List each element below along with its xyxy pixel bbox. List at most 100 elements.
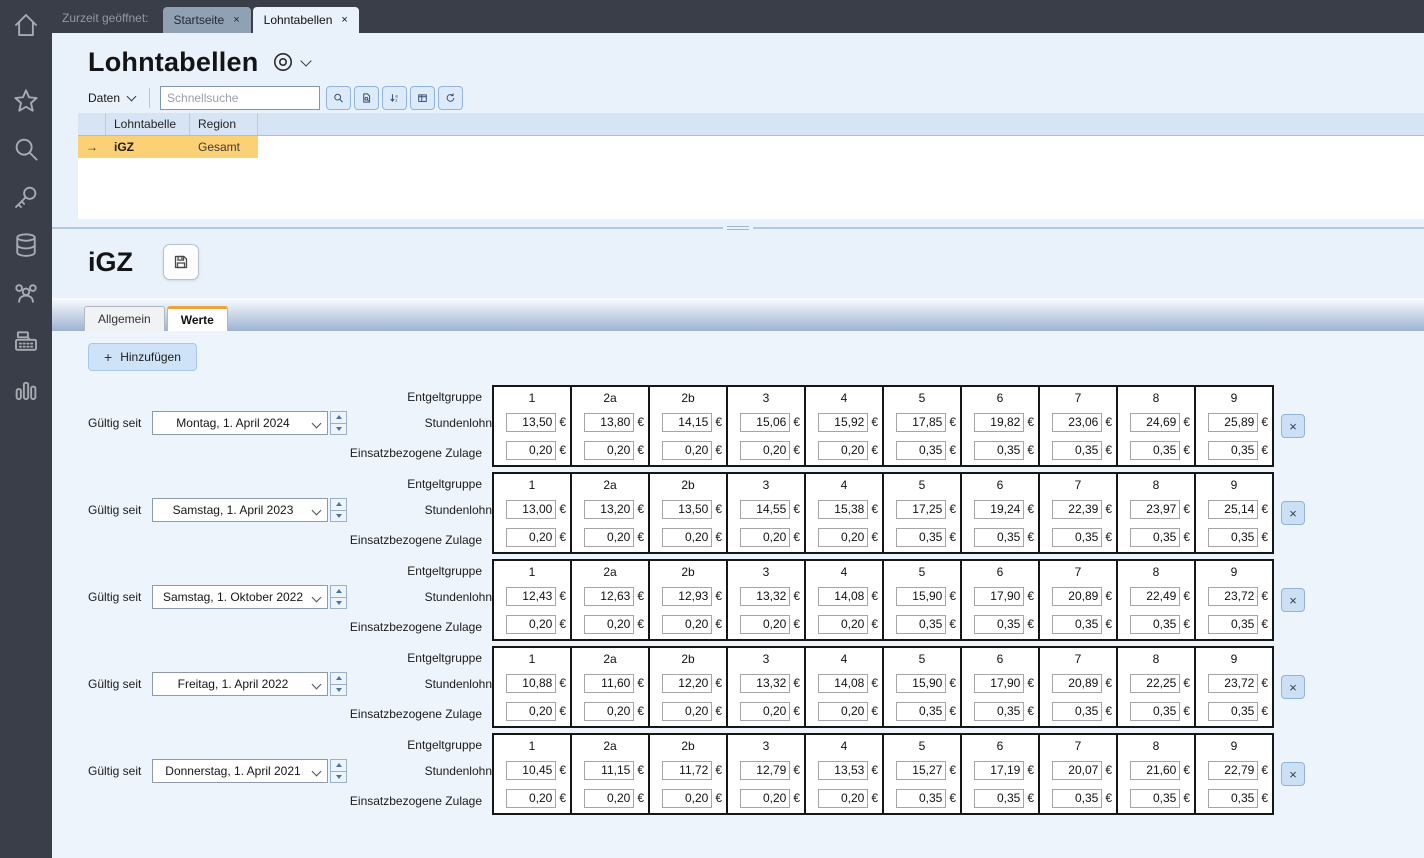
zulage-input[interactable] [1130, 440, 1181, 460]
zulage-input[interactable] [1208, 701, 1259, 721]
stundenlohn-input[interactable] [1208, 586, 1259, 606]
zulage-input[interactable] [896, 788, 947, 808]
gueltig-seit-select[interactable]: Donnerstag, 1. April 2021 [152, 759, 328, 783]
grid-header-lohntabelle[interactable]: Lohntabelle [106, 113, 190, 135]
daten-dropdown[interactable]: Daten [88, 91, 137, 105]
zulage-input[interactable] [584, 788, 635, 808]
stundenlohn-input[interactable] [662, 499, 713, 519]
zulage-input[interactable] [974, 701, 1025, 721]
columns-button[interactable] [410, 86, 436, 110]
zulage-input[interactable] [1130, 527, 1181, 547]
gueltig-seit-select[interactable]: Samstag, 1. April 2023 [152, 498, 328, 522]
zulage-input[interactable] [506, 440, 557, 460]
bar-chart-icon[interactable] [11, 374, 41, 404]
stundenlohn-input[interactable] [818, 760, 869, 780]
add-button[interactable]: + Hinzufügen [88, 343, 197, 371]
zulage-input[interactable] [506, 527, 557, 547]
search-icon[interactable] [11, 134, 41, 164]
zulage-input[interactable] [1130, 788, 1181, 808]
zulage-input[interactable] [896, 701, 947, 721]
delete-block-button[interactable]: × [1281, 501, 1305, 525]
key-icon[interactable] [11, 182, 41, 212]
horizontal-splitter[interactable] [52, 223, 1424, 233]
zulage-input[interactable] [1052, 440, 1103, 460]
stundenlohn-input[interactable] [896, 499, 947, 519]
stundenlohn-input[interactable] [818, 673, 869, 693]
gueltig-seit-select[interactable]: Freitag, 1. April 2022 [152, 672, 328, 696]
stundenlohn-input[interactable] [896, 586, 947, 606]
delete-block-button[interactable]: × [1281, 762, 1305, 786]
zulage-input[interactable] [1208, 788, 1259, 808]
stundenlohn-input[interactable] [1130, 673, 1181, 693]
stundenlohn-input[interactable] [584, 760, 635, 780]
stundenlohn-input[interactable] [818, 499, 869, 519]
spinner-up-button[interactable] [331, 586, 346, 597]
grid-header-region[interactable]: Region [190, 113, 258, 135]
zulage-input[interactable] [662, 527, 713, 547]
stundenlohn-input[interactable] [584, 586, 635, 606]
stundenlohn-input[interactable] [1052, 586, 1103, 606]
stundenlohn-input[interactable] [1052, 412, 1103, 432]
stundenlohn-input[interactable] [1130, 412, 1181, 432]
stundenlohn-input[interactable] [506, 499, 557, 519]
tab-werte[interactable]: Werte [166, 306, 228, 331]
zulage-input[interactable] [506, 614, 557, 634]
tab-startseite-close-icon[interactable]: × [233, 14, 239, 26]
spinner-down-button[interactable] [331, 683, 346, 696]
stundenlohn-input[interactable] [974, 673, 1025, 693]
zulage-input[interactable] [1208, 527, 1259, 547]
delete-block-button[interactable]: × [1281, 675, 1305, 699]
stundenlohn-input[interactable] [1208, 412, 1259, 432]
zulage-input[interactable] [974, 440, 1025, 460]
zulage-input[interactable] [740, 527, 791, 547]
zulage-input[interactable] [974, 527, 1025, 547]
stundenlohn-input[interactable] [818, 586, 869, 606]
zulage-input[interactable] [818, 788, 869, 808]
cash-register-icon[interactable] [11, 326, 41, 356]
users-icon[interactable] [11, 278, 41, 308]
stundenlohn-input[interactable] [506, 760, 557, 780]
date-spinner[interactable] [330, 498, 347, 522]
zulage-input[interactable] [506, 701, 557, 721]
delete-block-button[interactable]: × [1281, 414, 1305, 438]
stundenlohn-input[interactable] [740, 673, 791, 693]
stundenlohn-input[interactable] [584, 673, 635, 693]
spinner-down-button[interactable] [331, 422, 346, 435]
stundenlohn-input[interactable] [662, 760, 713, 780]
stundenlohn-input[interactable] [1052, 760, 1103, 780]
zulage-input[interactable] [1130, 614, 1181, 634]
zulage-input[interactable] [1208, 440, 1259, 460]
zulage-input[interactable] [1208, 614, 1259, 634]
search-input[interactable] [160, 86, 321, 110]
view-options-button[interactable] [271, 50, 313, 74]
zulage-input[interactable] [1052, 701, 1103, 721]
zulage-input[interactable] [1052, 788, 1103, 808]
zulage-input[interactable] [584, 701, 635, 721]
tab-startseite[interactable]: Startseite × [162, 7, 251, 33]
spinner-up-button[interactable] [331, 412, 346, 423]
stundenlohn-input[interactable] [584, 412, 635, 432]
zulage-input[interactable] [818, 527, 869, 547]
spinner-down-button[interactable] [331, 770, 346, 783]
stundenlohn-input[interactable] [1208, 673, 1259, 693]
tab-allgemein[interactable]: Allgemein [84, 306, 165, 331]
spinner-down-button[interactable] [331, 596, 346, 609]
stundenlohn-input[interactable] [1130, 499, 1181, 519]
stundenlohn-input[interactable] [506, 412, 557, 432]
zulage-input[interactable] [896, 440, 947, 460]
file-preview-button[interactable] [354, 86, 380, 110]
zulage-input[interactable] [1130, 701, 1181, 721]
zulage-input[interactable] [974, 614, 1025, 634]
zulage-input[interactable] [662, 440, 713, 460]
sort-button[interactable]: az [382, 86, 408, 110]
stundenlohn-input[interactable] [1208, 760, 1259, 780]
stundenlohn-input[interactable] [506, 673, 557, 693]
zulage-input[interactable] [584, 527, 635, 547]
spinner-up-button[interactable] [331, 499, 346, 510]
zulage-input[interactable] [818, 614, 869, 634]
zulage-input[interactable] [818, 440, 869, 460]
date-spinner[interactable] [330, 672, 347, 696]
stundenlohn-input[interactable] [974, 412, 1025, 432]
zulage-input[interactable] [506, 788, 557, 808]
zulage-input[interactable] [662, 614, 713, 634]
